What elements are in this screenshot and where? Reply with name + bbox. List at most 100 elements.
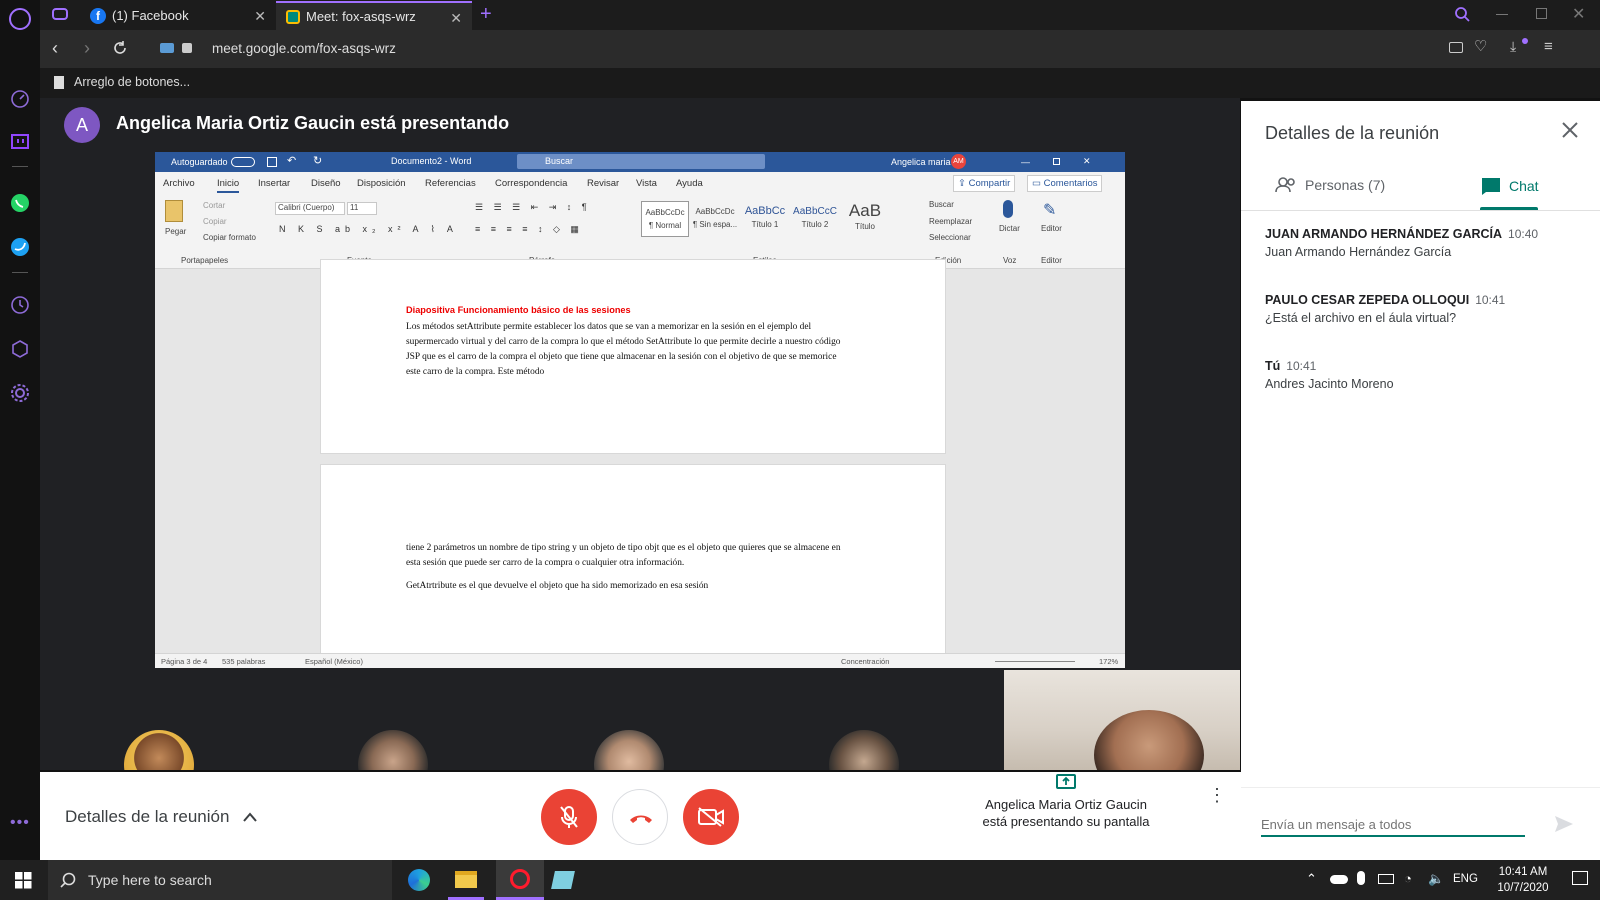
self-camera-preview[interactable]: [1004, 670, 1240, 770]
search-tabs-icon[interactable]: [1454, 6, 1470, 22]
download-icon[interactable]: ⤓: [1510, 38, 1516, 55]
presenter-title: Angelica Maria Ortiz Gaucin está present…: [116, 113, 510, 133]
tab-chat[interactable]: Chat: [1481, 177, 1539, 195]
shared-word-window: Autoguardado ↶ ↻ Documento2 - Word Busca…: [155, 152, 1125, 668]
paragraph-icons: ☰ ☰ ☰ ⇤ ⇥ ↕ ¶: [475, 202, 591, 212]
snapshot-camera-icon[interactable]: [1449, 42, 1463, 53]
heart-icon[interactable]: ♡: [1474, 37, 1487, 55]
style-label: Título 1: [751, 220, 779, 229]
close-tab-icon[interactable]: ✕: [450, 10, 462, 27]
close-panel-icon[interactable]: [1561, 121, 1579, 139]
share-label: Compartir: [968, 178, 1011, 189]
whiteboard-app-icon[interactable]: [551, 871, 575, 889]
message-time: 10:41: [1475, 293, 1506, 307]
twitter-icon[interactable]: [9, 236, 31, 258]
volume-icon[interactable]: 🔈: [1428, 871, 1444, 887]
twitch-icon[interactable]: [9, 132, 31, 154]
hang-up-icon: [628, 812, 654, 824]
battery-icon[interactable]: [1378, 874, 1394, 884]
word-comments-button: ▭ Comentarios: [1027, 175, 1103, 192]
style-preview: AaBbCcDc: [645, 208, 685, 217]
message-sender: JUAN ARMANDO HERNÁNDEZ GARCÍA: [1265, 227, 1503, 241]
mic-off-button[interactable]: [541, 789, 597, 845]
file-explorer-icon[interactable]: [455, 871, 477, 888]
opera-taskbar-button[interactable]: [496, 860, 544, 900]
copy-label: Copiar: [203, 217, 227, 226]
word-tab-referencias: Referencias: [425, 178, 476, 189]
restore-button[interactable]: [1536, 8, 1547, 19]
extensions-icon[interactable]: [9, 338, 31, 360]
word-tab-correspondencia: Correspondencia: [495, 178, 568, 189]
easy-setup-icon[interactable]: ≡: [1544, 38, 1553, 55]
participant-video[interactable]: [358, 730, 428, 770]
bookmark-item[interactable]: Arreglo de botones...: [54, 75, 190, 89]
people-tab-label: Personas (7): [1305, 177, 1386, 193]
camera-indicator-icon[interactable]: [160, 43, 174, 53]
windows-start-icon[interactable]: [15, 872, 32, 889]
editor-pen-icon: ✎: [1043, 202, 1057, 219]
taskbar-search-box[interactable]: Type here to search: [48, 860, 392, 900]
chat-input-divider: [1241, 787, 1600, 788]
input-language[interactable]: ENG: [1453, 873, 1478, 885]
chat-message: Tú 10:41 Andres Jacinto Moreno: [1265, 359, 1394, 391]
meet-controls-bar: Detalles de la reunión Angelica Maria Or…: [40, 772, 1241, 860]
leave-call-button[interactable]: [612, 789, 668, 845]
message-time: 10:40: [1508, 227, 1539, 241]
word-tab-archivo: Archivo: [163, 178, 195, 189]
meeting-details-button[interactable]: Detalles de la reunión: [65, 807, 258, 827]
participant-video[interactable]: [594, 730, 664, 770]
tab-people[interactable]: Personas (7): [1275, 177, 1385, 193]
microphone-tray-icon[interactable]: [1357, 871, 1365, 885]
back-button[interactable]: ‹: [52, 38, 58, 59]
speed-dial-icon[interactable]: [9, 88, 31, 110]
opera-logo-icon[interactable]: [9, 8, 31, 30]
settings-gear-icon[interactable]: [9, 382, 31, 404]
chat-message-input[interactable]: [1261, 813, 1525, 837]
tab-label: Meet: fox-asqs-wrz: [306, 9, 416, 24]
tab-meet[interactable]: Meet: fox-asqs-wrz ✕: [276, 1, 472, 30]
edge-icon[interactable]: [408, 869, 430, 891]
message-sender: Tú: [1265, 359, 1281, 373]
lock-icon[interactable]: [182, 43, 192, 53]
clipboard-group-label: Portapapeles: [181, 256, 229, 265]
tab-facebook[interactable]: f (1) Facebook ✕: [80, 1, 276, 30]
participant-video[interactable]: [829, 730, 899, 770]
forward-button[interactable]: ›: [84, 38, 90, 59]
send-icon[interactable]: [1554, 815, 1574, 833]
notifications-icon[interactable]: [1572, 871, 1588, 885]
clock[interactable]: 10:41 AM 10/7/2020: [1490, 864, 1556, 896]
onedrive-icon[interactable]: [1330, 875, 1348, 884]
style-label: ¶ Normal: [648, 221, 682, 230]
select-label: Seleccionar: [929, 233, 971, 242]
panel-title: Detalles de la reunión: [1265, 123, 1440, 143]
autosave-label: Autoguardado: [171, 157, 228, 167]
camera-off-button[interactable]: [683, 789, 739, 845]
chat-message: PAULO CESAR ZEPEDA OLLOQUI 10:41 ¿Está el…: [1265, 293, 1505, 325]
more-dots-icon[interactable]: •••: [10, 814, 30, 832]
reload-icon[interactable]: [112, 40, 128, 56]
history-icon[interactable]: [9, 294, 31, 316]
sidebar-divider: [12, 272, 28, 273]
wifi-icon[interactable]: ◔: [1404, 871, 1412, 886]
more-options-icon[interactable]: ⋮: [1208, 786, 1226, 804]
close-window-button[interactable]: ✕: [1572, 4, 1585, 24]
font-format-icons: N K S ab x₂ x² A ⌇ A: [279, 224, 458, 234]
word-user-name: Angelica maria: [891, 157, 951, 167]
participant-video[interactable]: [124, 730, 194, 770]
style-heading1: AaBbCc Título 1: [741, 201, 789, 237]
present-screen-icon[interactable]: [1056, 774, 1076, 789]
word-user-avatar: AM: [951, 154, 966, 169]
camera-off-icon: [697, 807, 725, 827]
style-preview: AaB: [848, 201, 882, 220]
workspace-icon[interactable]: [52, 8, 68, 20]
sidebar-divider: [12, 166, 28, 167]
minimize-button[interactable]: [1496, 14, 1508, 15]
show-hidden-icons[interactable]: ⌃: [1306, 871, 1317, 887]
whatsapp-icon[interactable]: [9, 192, 31, 214]
url-field[interactable]: meet.google.com/fox-asqs-wrz: [212, 41, 396, 56]
word-minimize-icon: —: [1021, 157, 1030, 167]
new-tab-button[interactable]: +: [480, 3, 492, 26]
language: Español (México): [305, 657, 363, 666]
close-tab-icon[interactable]: ✕: [254, 8, 266, 25]
word-tab-diseno: Diseño: [311, 178, 341, 189]
